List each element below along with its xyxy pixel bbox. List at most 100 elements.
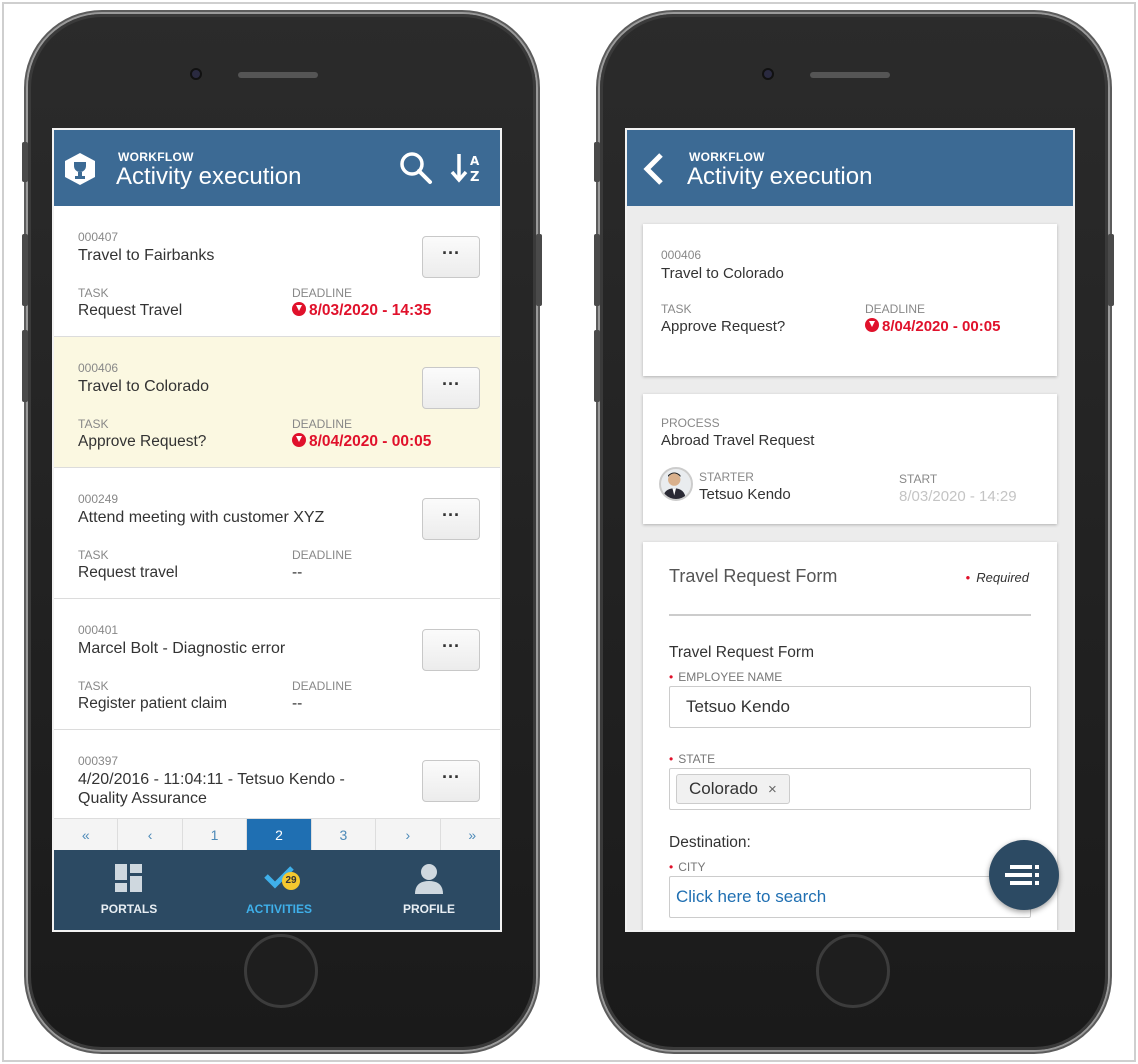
overdue-icon [292, 302, 306, 316]
form-divider [669, 614, 1031, 616]
tab-portals[interactable]: PORTALS [54, 850, 204, 930]
sort-az-icon[interactable]: A Z [450, 150, 486, 186]
header-app-name: WORKFLOW [118, 150, 194, 164]
home-button [244, 934, 318, 1008]
tab-label: PROFILE [402, 902, 455, 916]
tab-label: ACTIVITIES [245, 902, 312, 916]
pagination: « ‹ 1 2 3 › » [54, 818, 500, 850]
earpiece-speaker [810, 72, 890, 78]
activity-detail-screen: WORKFLOW Activity execution 000406 Trave… [625, 128, 1075, 932]
app-header: WORKFLOW Activity execution A Z [54, 130, 500, 206]
mute-switch [594, 142, 600, 182]
activity-title: Travel to Fairbanks [78, 247, 215, 264]
tab-label: PORTALS [100, 902, 158, 916]
task-label: TASK [78, 417, 109, 431]
activity-summary-card: 000406 Travel to Colorado TASK Approve R… [643, 224, 1057, 376]
task-value: Request travel [78, 564, 178, 581]
page-first-button[interactable]: « [54, 819, 119, 850]
tab-profile[interactable]: PROFILE [354, 850, 500, 930]
person-photo-icon [661, 469, 691, 499]
state-select[interactable]: Colorado × [669, 768, 1031, 810]
activities-count-badge: 29 [282, 872, 300, 890]
svg-text:A: A [470, 154, 480, 168]
task-label: TASK [78, 286, 109, 300]
item-menu-button[interactable]: ··· [422, 629, 480, 671]
employee-name-label: EMPLOYEE NAME [669, 670, 782, 684]
app-header: WORKFLOW Activity execution [627, 130, 1073, 206]
page-1-button[interactable]: 1 [183, 819, 248, 850]
activity-code: 000406 [661, 248, 702, 262]
process-label: PROCESS [661, 416, 720, 430]
deadline-value: -- [292, 564, 303, 581]
list-item[interactable]: 000401 Marcel Bolt - Diagnostic error TA… [54, 599, 500, 730]
destination-heading: Destination: [669, 834, 751, 851]
item-menu-button[interactable]: ··· [422, 367, 480, 409]
task-value: Register patient claim [78, 695, 228, 712]
activity-list-screen: WORKFLOW Activity execution A Z 000407 T… [52, 128, 502, 932]
activity-code: 000401 [78, 623, 119, 637]
city-label: CITY [669, 860, 705, 874]
activity-code: 000397 [78, 754, 119, 768]
employee-name-field[interactable]: Tetsuo Kendo [669, 686, 1031, 728]
deadline-label: DEADLINE [865, 302, 926, 316]
page-3-button[interactable]: 3 [312, 819, 377, 850]
back-arrow-icon[interactable] [641, 152, 665, 186]
task-value: Approve Request? [661, 318, 786, 335]
volume-up-button [594, 234, 600, 306]
mute-switch [22, 142, 28, 182]
list-item[interactable]: 000249 Attend meeting with customer XYZ … [54, 468, 500, 599]
volume-up-button [22, 234, 28, 306]
tab-activities[interactable]: 29 ACTIVITIES [204, 850, 354, 930]
list-item-selected[interactable]: 000406 Travel to Colorado TASK Approve R… [54, 337, 500, 468]
search-icon[interactable] [398, 150, 434, 186]
deadline-label: DEADLINE [292, 548, 353, 562]
form-section-title: Travel Request Form [669, 644, 814, 661]
page-next-button[interactable]: › [376, 819, 441, 850]
power-button [536, 234, 542, 306]
deadline-value: 8/04/2020 - 00:05 [865, 318, 1000, 335]
task-label: TASK [78, 548, 109, 562]
activity-code: 000249 [78, 492, 119, 506]
item-menu-button[interactable]: ··· [422, 236, 480, 278]
form-title: Travel Request Form [669, 566, 838, 586]
task-value: Request Travel [78, 302, 183, 319]
deadline-label: DEADLINE [292, 417, 353, 431]
deadline-label: DEADLINE [292, 679, 353, 693]
page-title: Activity execution [687, 163, 873, 190]
state-label: STATE [669, 752, 715, 766]
overdue-icon [292, 433, 306, 447]
task-label: TASK [661, 302, 692, 316]
city-search-field[interactable]: Click here to search [669, 876, 1031, 918]
volume-down-button [594, 330, 600, 402]
volume-down-button [22, 330, 28, 402]
page-prev-button[interactable]: ‹ [118, 819, 183, 850]
task-label: TASK [78, 679, 109, 693]
svg-text:Z: Z [470, 170, 479, 185]
activity-title: 4/20/2016 - 11:04:11 - Tetsuo Kendo - Qu… [78, 771, 345, 807]
actions-menu-button[interactable] [989, 840, 1059, 910]
activity-title: Travel to Colorado [661, 265, 784, 282]
deadline-value: 8/04/2020 - 00:05 [292, 433, 431, 451]
page-title: Activity execution [116, 163, 302, 190]
deadline-label: DEADLINE [292, 286, 353, 300]
process-card: PROCESS Abroad Travel Request STARTER Te… [643, 394, 1057, 524]
page-2-button[interactable]: 2 [247, 819, 312, 850]
list-item[interactable]: 000407 Travel to Fairbanks TASK Request … [54, 206, 500, 337]
bottom-tab-bar: PORTALS 29 ACTIVITIES PROFILE [54, 850, 500, 930]
deadline-value: -- [292, 695, 303, 712]
process-name: Abroad Travel Request [661, 432, 815, 449]
activity-code: 000407 [78, 230, 119, 244]
activity-title: Attend meeting with customer XYZ [78, 509, 325, 526]
page-last-button[interactable]: » [441, 819, 500, 850]
activity-list: 000407 Travel to Fairbanks TASK Request … [54, 206, 500, 861]
starter-name: Tetsuo Kendo [699, 486, 791, 503]
item-menu-button[interactable]: ··· [422, 498, 480, 540]
portals-grid-icon [115, 864, 142, 892]
start-label: START [899, 472, 938, 486]
item-menu-button[interactable]: ··· [422, 760, 480, 802]
state-chip: Colorado × [676, 774, 790, 804]
phone-right: WORKFLOW Activity execution 000406 Trave… [594, 14, 1114, 1050]
remove-chip-icon[interactable]: × [768, 781, 777, 798]
start-value: 8/03/2020 - 14:29 [899, 488, 1017, 505]
required-legend: Required [966, 570, 1029, 585]
